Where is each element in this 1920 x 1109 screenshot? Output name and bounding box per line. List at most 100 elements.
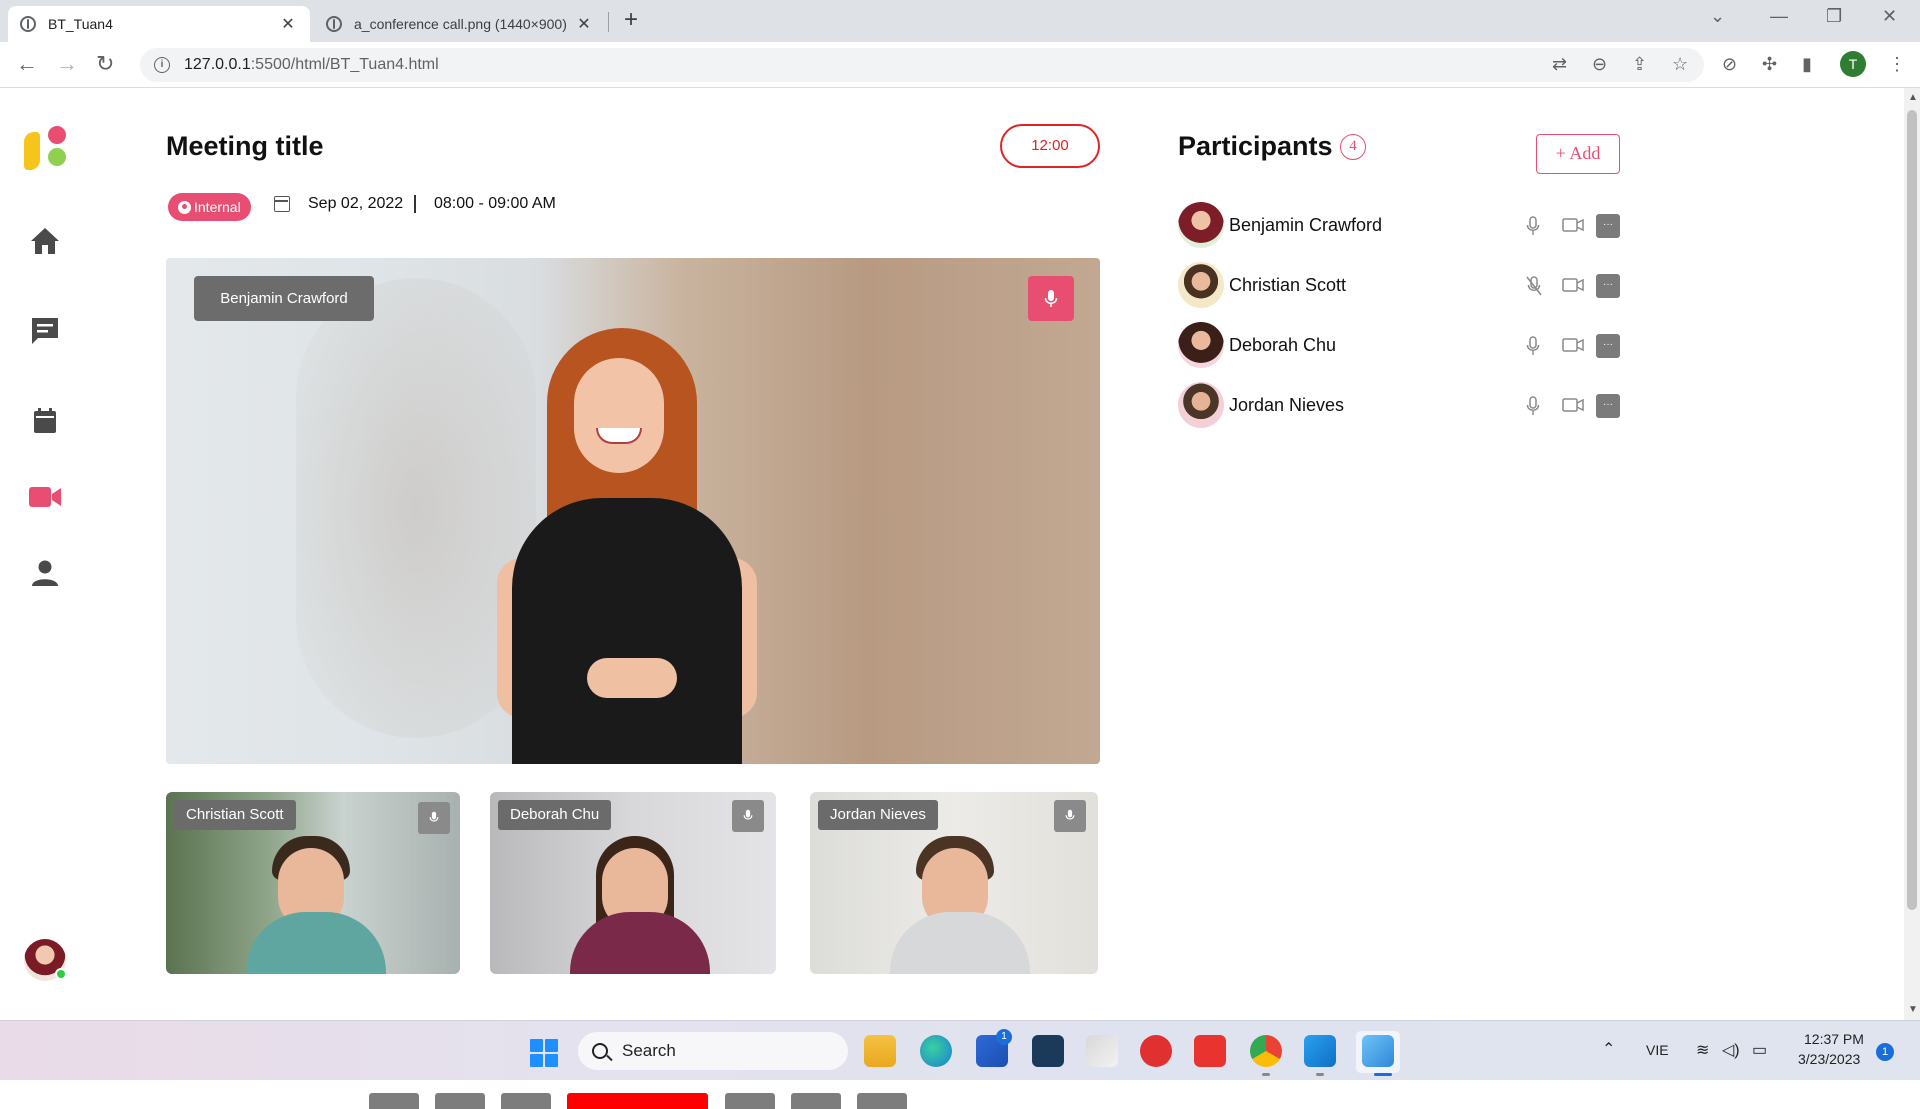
microphone-button[interactable]: [1054, 800, 1086, 832]
participant-row: Christian Scott ···: [1178, 262, 1628, 308]
end-call-button[interactable]: [567, 1093, 708, 1109]
forward-arrow-icon[interactable]: →: [56, 52, 78, 76]
participants-count-badge: 4: [1340, 134, 1366, 160]
url-host: 127.0.0.1: [184, 56, 251, 73]
back-arrow-icon[interactable]: ←: [16, 52, 38, 76]
extensions-puzzle-icon[interactable]: ✣: [1762, 54, 1777, 75]
compass-extension-icon[interactable]: ⊘: [1722, 54, 1737, 75]
video-camera-icon[interactable]: [1562, 218, 1584, 232]
microphone-button[interactable]: [732, 800, 764, 832]
microphone-icon: [743, 809, 753, 820]
speaker-video-image: [492, 328, 782, 764]
reload-icon[interactable]: ↻: [96, 52, 114, 76]
language-indicator[interactable]: VIE: [1646, 1042, 1669, 1058]
tab-search-chevron-icon[interactable]: ⌄: [1710, 6, 1725, 27]
control-button[interactable]: [791, 1093, 841, 1109]
translate-icon[interactable]: ⇄: [1552, 54, 1567, 75]
wps-office-icon[interactable]: [1194, 1035, 1226, 1067]
more-options-button[interactable]: ···: [1596, 334, 1620, 358]
participant-avatar: [1178, 382, 1224, 428]
participant-video-tile[interactable]: Christian Scott: [166, 792, 460, 974]
battery-icon[interactable]: ▭: [1752, 1040, 1767, 1060]
windows-start-icon[interactable]: [530, 1039, 558, 1067]
meeting-title: Meeting title: [166, 131, 324, 161]
clock-date[interactable]: 3/23/2023: [1798, 1051, 1860, 1067]
media-app-icon[interactable]: [1140, 1035, 1172, 1067]
more-options-button[interactable]: ···: [1596, 394, 1620, 418]
scrollbar-thumb[interactable]: [1907, 110, 1917, 910]
taskbar-search[interactable]: Search: [578, 1032, 848, 1070]
address-bar[interactable]: i 127.0.0.1:5500/html/BT_Tuan4.html: [140, 48, 1704, 82]
video-camera-icon[interactable]: [1562, 398, 1584, 412]
participant-name-tag: Jordan Nieves: [818, 800, 938, 830]
chrome-icon[interactable]: [1250, 1035, 1282, 1067]
microphone-icon[interactable]: [1526, 336, 1540, 356]
side-panel-icon[interactable]: ▮: [1802, 54, 1812, 75]
restore-icon[interactable]: ❐: [1826, 6, 1842, 27]
browser-menu-icon[interactable]: ⋮: [1888, 54, 1906, 75]
browser-tab-bar: BT_Tuan4 ✕ a_conference call.png (1440×9…: [0, 0, 1920, 42]
control-button[interactable]: [857, 1093, 907, 1109]
close-window-icon[interactable]: ✕: [1882, 6, 1897, 27]
participant-avatar: [1178, 262, 1224, 308]
main-video-tile[interactable]: Benjamin Crawford: [166, 258, 1100, 764]
new-tab-button[interactable]: +: [624, 8, 638, 32]
participant-video-tile[interactable]: Jordan Nieves: [810, 792, 1098, 974]
snipping-app-icon[interactable]: [1086, 1035, 1118, 1067]
calendar-icon[interactable]: [28, 404, 62, 438]
microphone-icon[interactable]: [1526, 396, 1540, 416]
control-button[interactable]: [369, 1093, 419, 1109]
home-icon[interactable]: [28, 224, 62, 258]
volume-icon[interactable]: ◁): [1722, 1040, 1740, 1060]
more-options-button[interactable]: ···: [1596, 274, 1620, 298]
wifi-icon[interactable]: ≋: [1696, 1040, 1709, 1060]
calendar-icon: [274, 196, 290, 212]
more-options-button[interactable]: ···: [1596, 214, 1620, 238]
share-icon[interactable]: ⇪: [1632, 54, 1647, 75]
zoom-icon[interactable]: ⊖: [1592, 54, 1607, 75]
microphone-button[interactable]: [418, 802, 450, 834]
video-camera-icon[interactable]: [1562, 278, 1584, 292]
tab-title: a_conference call.png (1440×900): [354, 16, 567, 32]
browser-tab-active[interactable]: BT_Tuan4 ✕: [8, 6, 310, 42]
browser-toolbar: ← → ↻ i 127.0.0.1:5500/html/BT_Tuan4.htm…: [0, 42, 1920, 88]
edge-browser-icon[interactable]: [920, 1035, 952, 1067]
page-scrollbar[interactable]: ▲ ▼: [1904, 88, 1920, 1020]
active-indicator: [1374, 1073, 1392, 1076]
control-button[interactable]: [435, 1093, 485, 1109]
participant-avatar: [1178, 202, 1224, 248]
notification-badge[interactable]: 1: [1876, 1043, 1894, 1061]
participant-video-tile[interactable]: Deborah Chu: [490, 792, 776, 974]
lock-icon: [178, 200, 191, 214]
add-participant-button[interactable]: + Add: [1536, 134, 1620, 174]
profile-avatar[interactable]: T: [1840, 51, 1866, 77]
chat-icon[interactable]: [28, 314, 62, 348]
control-button[interactable]: [501, 1093, 551, 1109]
site-info-icon[interactable]: i: [154, 57, 170, 73]
dev-app-icon[interactable]: [1032, 1035, 1064, 1067]
scroll-down-icon[interactable]: ▼: [1908, 1004, 1918, 1015]
close-tab-icon[interactable]: ✕: [574, 14, 594, 34]
show-hidden-icons[interactable]: ⌃: [1602, 1039, 1615, 1059]
store-notification-badge: 1: [996, 1029, 1012, 1045]
participant-name: Benjamin Crawford: [1229, 215, 1383, 235]
video-camera-icon[interactable]: [28, 480, 62, 514]
snipping-tool-icon[interactable]: [1362, 1035, 1394, 1067]
microphone-muted-icon[interactable]: [1526, 276, 1542, 296]
bookmark-star-icon[interactable]: ☆: [1672, 54, 1688, 75]
file-explorer-icon[interactable]: [864, 1035, 896, 1067]
participants-title: Participants: [1178, 131, 1333, 161]
close-tab-icon[interactable]: ✕: [278, 14, 298, 34]
video-camera-icon[interactable]: [1562, 338, 1584, 352]
microphone-icon[interactable]: [1526, 216, 1540, 236]
control-button[interactable]: [725, 1093, 775, 1109]
vscode-icon[interactable]: [1304, 1035, 1336, 1067]
scroll-up-icon[interactable]: ▲: [1908, 92, 1918, 103]
browser-tab-inactive[interactable]: a_conference call.png (1440×900) ✕: [314, 6, 606, 42]
microphone-button[interactable]: [1028, 276, 1074, 321]
globe-icon: [326, 16, 342, 32]
clock-time[interactable]: 12:37 PM: [1804, 1031, 1864, 1047]
minimize-icon[interactable]: —: [1770, 6, 1788, 27]
user-icon[interactable]: [28, 556, 62, 590]
microphone-icon: [1065, 809, 1075, 820]
